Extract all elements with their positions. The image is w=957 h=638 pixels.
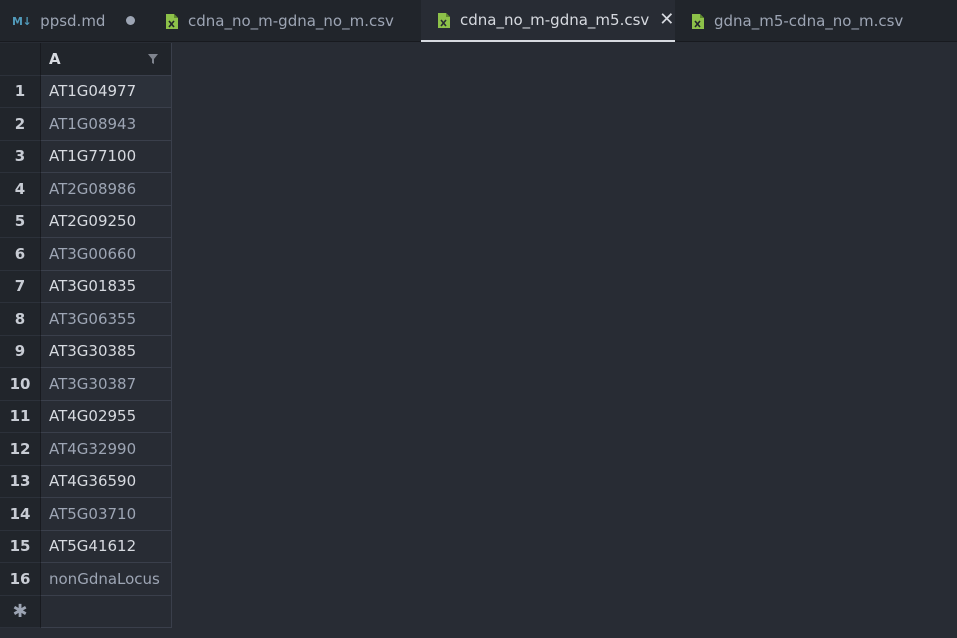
table-row[interactable]: 14 AT5G03710 [0, 498, 172, 531]
table-cell[interactable]: AT3G06355 [41, 303, 172, 336]
table-row[interactable]: 3 AT1G77100 [0, 140, 172, 173]
tab-label: gdna_m5-cdna_no_m.csv [714, 12, 904, 30]
table-row[interactable]: 12 AT4G32990 [0, 433, 172, 466]
table-row[interactable]: 11 AT4G02955 [0, 400, 172, 433]
table-cell[interactable]: AT2G08986 [41, 173, 172, 206]
table-cell[interactable]: AT3G30385 [41, 335, 172, 368]
table-row[interactable]: 5 AT2G09250 [0, 205, 172, 238]
row-number[interactable]: 14 [0, 498, 41, 531]
row-number[interactable]: 8 [0, 303, 41, 336]
row-number[interactable]: 4 [0, 173, 41, 206]
tab-cdna-no-m-gdna-m5[interactable]: cdna_no_m-gdna_m5.csv ✕ [421, 0, 675, 42]
table-cell[interactable]: AT5G41612 [41, 530, 172, 563]
csv-file-icon [165, 13, 179, 30]
row-number[interactable]: 13 [0, 465, 41, 498]
new-row-marker-icon[interactable]: ✱ [0, 595, 41, 628]
unsaved-dot-icon[interactable] [126, 16, 135, 25]
row-number[interactable]: 1 [0, 75, 41, 108]
table-row[interactable]: 7 AT3G01835 [0, 270, 172, 303]
tab-label: cdna_no_m-gdna_no_m.csv [188, 12, 394, 30]
table-row[interactable]: 16 nonGdnaLocus [0, 563, 172, 596]
row-number[interactable]: 2 [0, 108, 41, 141]
table-row[interactable]: 8 AT3G06355 [0, 303, 172, 336]
table-cell[interactable]: AT5G03710 [41, 498, 172, 531]
row-number[interactable]: 10 [0, 368, 41, 401]
corner-cell[interactable] [0, 43, 41, 76]
new-row[interactable]: ✱ [0, 595, 172, 628]
column-header-a[interactable]: A [41, 43, 172, 76]
close-icon[interactable]: ✕ [659, 11, 674, 29]
table-row[interactable]: 10 AT3G30387 [0, 368, 172, 401]
row-number[interactable]: 15 [0, 530, 41, 563]
table-row[interactable]: 6 AT3G00660 [0, 238, 172, 271]
table-row[interactable]: 15 AT5G41612 [0, 530, 172, 563]
row-number[interactable]: 11 [0, 400, 41, 433]
new-row-cell[interactable] [41, 595, 172, 628]
tab-label: ppsd.md [40, 12, 106, 30]
table-cell[interactable]: AT2G09250 [41, 205, 172, 238]
row-number[interactable]: 12 [0, 433, 41, 466]
column-header-row: A [0, 43, 172, 76]
table-cell[interactable]: AT4G02955 [41, 400, 172, 433]
tab-label: cdna_no_m-gdna_m5.csv [460, 11, 650, 29]
table-cell[interactable]: AT3G00660 [41, 238, 172, 271]
table-row[interactable]: 9 AT3G30385 [0, 335, 172, 368]
row-number[interactable]: 16 [0, 563, 41, 596]
row-number[interactable]: 3 [0, 140, 41, 173]
table-row[interactable]: 13 AT4G36590 [0, 465, 172, 498]
table-cell[interactable]: AT1G04977 [41, 75, 172, 108]
table-row[interactable]: 1 AT1G04977 [0, 75, 172, 108]
markdown-icon: M↓ [12, 14, 32, 28]
row-number[interactable]: 9 [0, 335, 41, 368]
table-cell[interactable]: AT3G01835 [41, 270, 172, 303]
row-number[interactable]: 5 [0, 205, 41, 238]
filter-icon[interactable] [147, 53, 159, 65]
row-number[interactable]: 6 [0, 238, 41, 271]
table-row[interactable]: 2 AT1G08943 [0, 108, 172, 141]
table-cell[interactable]: AT4G36590 [41, 465, 172, 498]
csv-file-icon [437, 12, 451, 29]
tab-gdna-m5-cdna-no-m[interactable]: gdna_m5-cdna_no_m.csv [676, 0, 957, 42]
table-cell[interactable]: AT4G32990 [41, 433, 172, 466]
table-cell[interactable]: nonGdnaLocus [41, 563, 172, 596]
csv-file-icon [691, 13, 705, 30]
tab-ppsd-md[interactable]: M↓ ppsd.md [0, 0, 150, 42]
row-number[interactable]: 7 [0, 270, 41, 303]
tab-cdna-no-m-gdna-no-m[interactable]: cdna_no_m-gdna_no_m.csv [150, 0, 420, 42]
table-cell[interactable]: AT1G08943 [41, 108, 172, 141]
table-row[interactable]: 4 AT2G08986 [0, 173, 172, 206]
table-cell[interactable]: AT1G77100 [41, 140, 172, 173]
column-header-label: A [49, 49, 61, 68]
table-cell[interactable]: AT3G30387 [41, 368, 172, 401]
tab-bar: M↓ ppsd.md cdna_no_m-gdna_no_m.csv cdna_… [0, 0, 957, 42]
